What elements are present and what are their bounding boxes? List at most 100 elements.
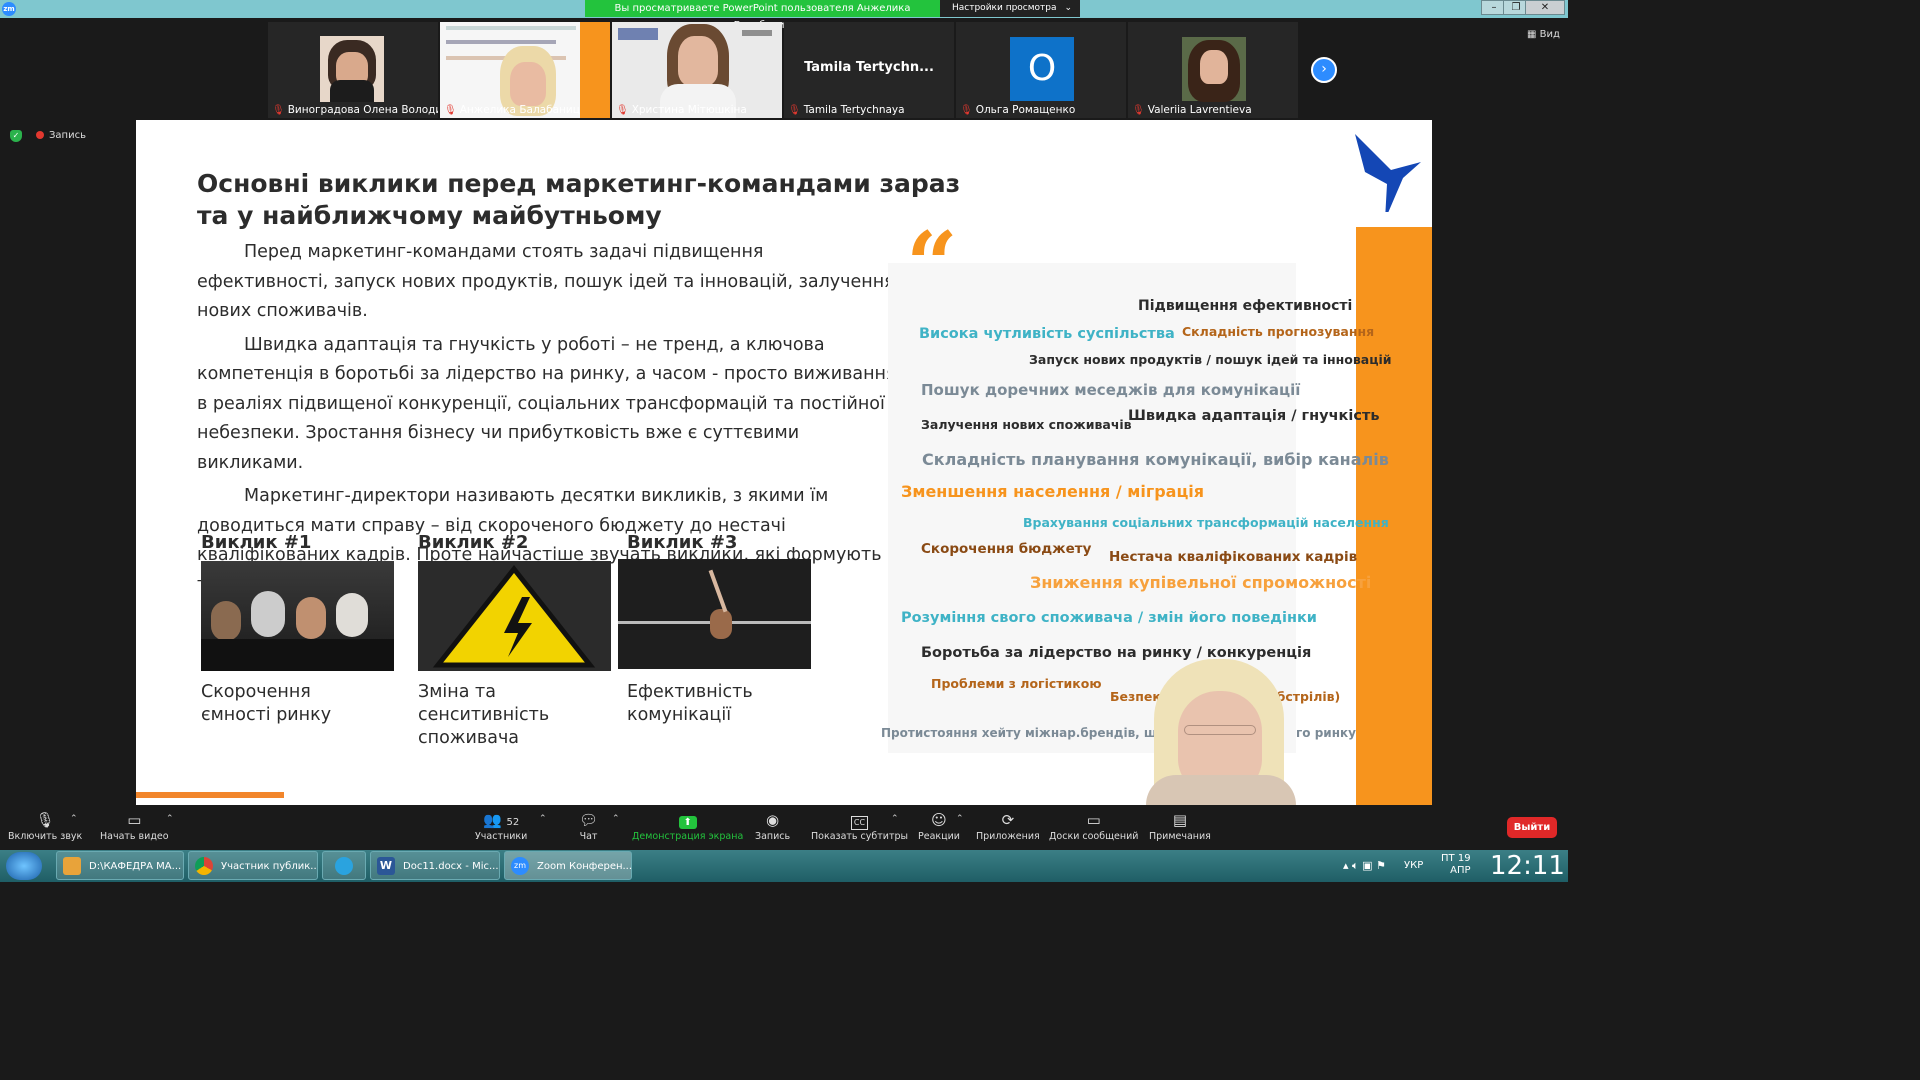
taskbar-item-zoom[interactable]: zm Zoom Конферен... <box>504 851 632 880</box>
taskbar-item-label: Участник публик... <box>221 861 318 872</box>
chat-button[interactable]: 💬︎ Чат <box>579 811 598 842</box>
language-indicator[interactable]: УКР <box>1404 860 1423 871</box>
unmute-label: Включить звук <box>8 831 83 842</box>
participant-tile[interactable]: O 🎙︎ Ольга Ромащенко <box>956 22 1126 118</box>
reactions-button[interactable]: ☺ Реакции <box>918 811 960 842</box>
security-shield-icon[interactable]: ✓ <box>10 130 22 142</box>
start-video-button[interactable]: ▭ Начать видео <box>100 811 169 842</box>
crowd-image <box>201 561 394 671</box>
word-cloud-item: Зниження купівельної спроможності <box>1030 573 1372 592</box>
participants-icon: 👥 52 <box>483 811 520 829</box>
record-button[interactable]: ◉ Запись <box>755 811 790 842</box>
challenge-caption: ємності ринку <box>201 705 332 725</box>
participant-name: Ольга Ромащенко <box>975 104 1076 116</box>
record-label: Запись <box>755 831 791 842</box>
speaker-icon: 🔈︎ <box>1352 859 1363 872</box>
view-button[interactable]: ▦ Вид <box>1527 29 1560 40</box>
participant-tile[interactable]: 🎙︎ Виноградова Олена Володи... <box>268 22 438 118</box>
slide-title: Основні виклики перед маркетинг-командам… <box>197 168 997 232</box>
start-button[interactable] <box>6 852 42 880</box>
word-cloud-item: Зменшення населення / міграція <box>901 482 1205 501</box>
tightrope-image <box>618 559 811 669</box>
word-icon: W <box>377 857 395 875</box>
chevron-right-icon: › <box>1321 61 1327 77</box>
participants-button[interactable]: 👥 52 Участники <box>475 811 527 842</box>
taskbar-item-telegram[interactable] <box>322 851 366 880</box>
show-captions-label: Показать субтитры <box>811 831 909 842</box>
taskbar-item-label: D:\КАФЕДРА МА... <box>89 861 182 872</box>
share-screen-button[interactable]: ⬆ Демонстрация экрана <box>632 811 743 842</box>
zoom-icon: zm <box>511 857 529 875</box>
notes-button[interactable]: ▤ Примечания <box>1149 811 1211 842</box>
participant-name: Виноградова Олена Володи... <box>287 104 438 116</box>
recording-indicator[interactable]: Запись <box>36 130 86 141</box>
cc-badge: CC <box>850 816 869 830</box>
slide-title-line1: Основні виклики перед маркетинг-командам… <box>197 169 961 198</box>
flag-icon: ⚑ <box>1376 859 1386 872</box>
system-tray[interactable]: ▴ 🔈︎ ▣ ⚑ <box>1343 859 1386 873</box>
chat-options-caret[interactable]: ⌃ <box>612 814 620 824</box>
muted-mic-icon: 🎙︎ <box>616 105 629 116</box>
participant-name: Valeriia Lavrentieva <box>1147 104 1252 116</box>
view-settings-button[interactable]: Настройки просмотра ⌄ <box>940 0 1080 17</box>
high-voltage-icon <box>432 564 596 668</box>
clock-date[interactable]: ПТ 19 АПР <box>1441 853 1471 877</box>
smiley-icon: ☺ <box>931 811 947 829</box>
leave-meeting-button[interactable]: Выйти <box>1507 817 1557 838</box>
challenge-caption: сенситивність <box>418 705 550 725</box>
taskbar-item-chrome[interactable]: Участник публик... <box>188 851 318 880</box>
challenge-3: Виклик #3 Ефективність комунікації <box>618 532 811 727</box>
whiteboards-button[interactable]: ▭ Доски сообщений <box>1049 811 1138 842</box>
word-cloud-item: Висока чутливість суспільства <box>919 326 1175 342</box>
participant-name: Tamila Tertychnaya <box>803 104 905 116</box>
taskbar-item-label: Zoom Конферен... <box>537 861 632 872</box>
taskbar-item-label: Doc11.docx - Mic... <box>403 861 499 872</box>
body-paragraph: Швидка адаптація та гнучкість у роботі –… <box>197 334 897 473</box>
chevron-down-icon: ⌄ <box>1064 3 1072 13</box>
participant-tile[interactable]: 🎙︎ Valeriia Lavrentieva <box>1128 22 1298 118</box>
notes-icon: ▤ <box>1172 811 1188 829</box>
audio-options-caret[interactable]: ⌃ <box>70 814 78 824</box>
clock-date-num: 19 <box>1457 853 1471 864</box>
chat-label: Чат <box>579 831 598 842</box>
taskbar-item-word[interactable]: W Doc11.docx - Mic... <box>370 851 500 880</box>
reactions-options-caret[interactable]: ⌃ <box>956 814 964 824</box>
challenge-1: Виклик #1 Скорочення ємності ринку <box>201 532 394 727</box>
avatar: O <box>1010 37 1074 101</box>
gallery-next-page-button[interactable]: › <box>1311 57 1337 83</box>
participant-tile[interactable]: Tamila Tertychn... 🎙︎ Tamila Tertychnaya <box>784 22 954 118</box>
captions-options-caret[interactable]: ⌃ <box>891 814 899 824</box>
muted-mic-icon: 🎙︎ <box>788 105 801 116</box>
video-options-caret[interactable]: ⌃ <box>166 814 174 824</box>
whiteboard-icon: ▭ <box>1086 811 1101 829</box>
record-dot-icon <box>36 131 44 139</box>
word-cloud-item: Проблеми з логістикою <box>931 676 1102 691</box>
clock-time[interactable]: 12:11 <box>1490 851 1565 881</box>
slide-progress-bar <box>136 792 284 798</box>
participants-count: 52 <box>506 817 520 828</box>
participant-name: Христина Мітюшкіна <box>631 104 747 116</box>
word-cloud-item: Нестача кваліфікованих кадрів <box>1109 549 1358 565</box>
folder-icon <box>63 857 81 875</box>
share-screen-icon: ⬆ <box>632 811 743 831</box>
close-window-button[interactable]: ✕ <box>1525 0 1565 15</box>
high-voltage-sign-image <box>418 561 611 671</box>
participant-tile-active-speaker[interactable]: 🎙︎ Анжелика Балабаниц <box>440 22 610 118</box>
taskbar-item-explorer[interactable]: D:\КАФЕДРА МА... <box>56 851 184 880</box>
muted-mic-icon: 🎙︎ <box>1132 105 1145 116</box>
apps-button[interactable]: ⟳ Приложения <box>976 811 1040 842</box>
body-paragraph: Перед маркетинг-командами стоять задачі … <box>197 242 895 321</box>
participant-name: Анжелика Балабаниц <box>459 104 580 116</box>
muted-mic-icon: 🎙︎ <box>272 105 285 116</box>
participant-tile[interactable]: 🎙︎ Христина Мітюшкіна <box>612 22 782 118</box>
participant-display-name: Tamila Tertychn... <box>804 60 934 75</box>
sharing-banner: Вы просматриваете PowerPoint пользовател… <box>585 0 940 31</box>
recording-label: Запись <box>49 130 86 141</box>
share-screen-label: Демонстрация экрана <box>632 831 744 842</box>
notes-label: Примечания <box>1149 831 1211 842</box>
word-cloud-item: Складність планування комунікації, вибір… <box>922 450 1389 469</box>
word-cloud-item: Залучення нових споживачів <box>921 417 1132 432</box>
start-video-label: Начать видео <box>100 831 169 842</box>
word-cloud-item: Складність прогнозування <box>1182 324 1375 339</box>
participants-options-caret[interactable]: ⌃ <box>539 814 547 824</box>
